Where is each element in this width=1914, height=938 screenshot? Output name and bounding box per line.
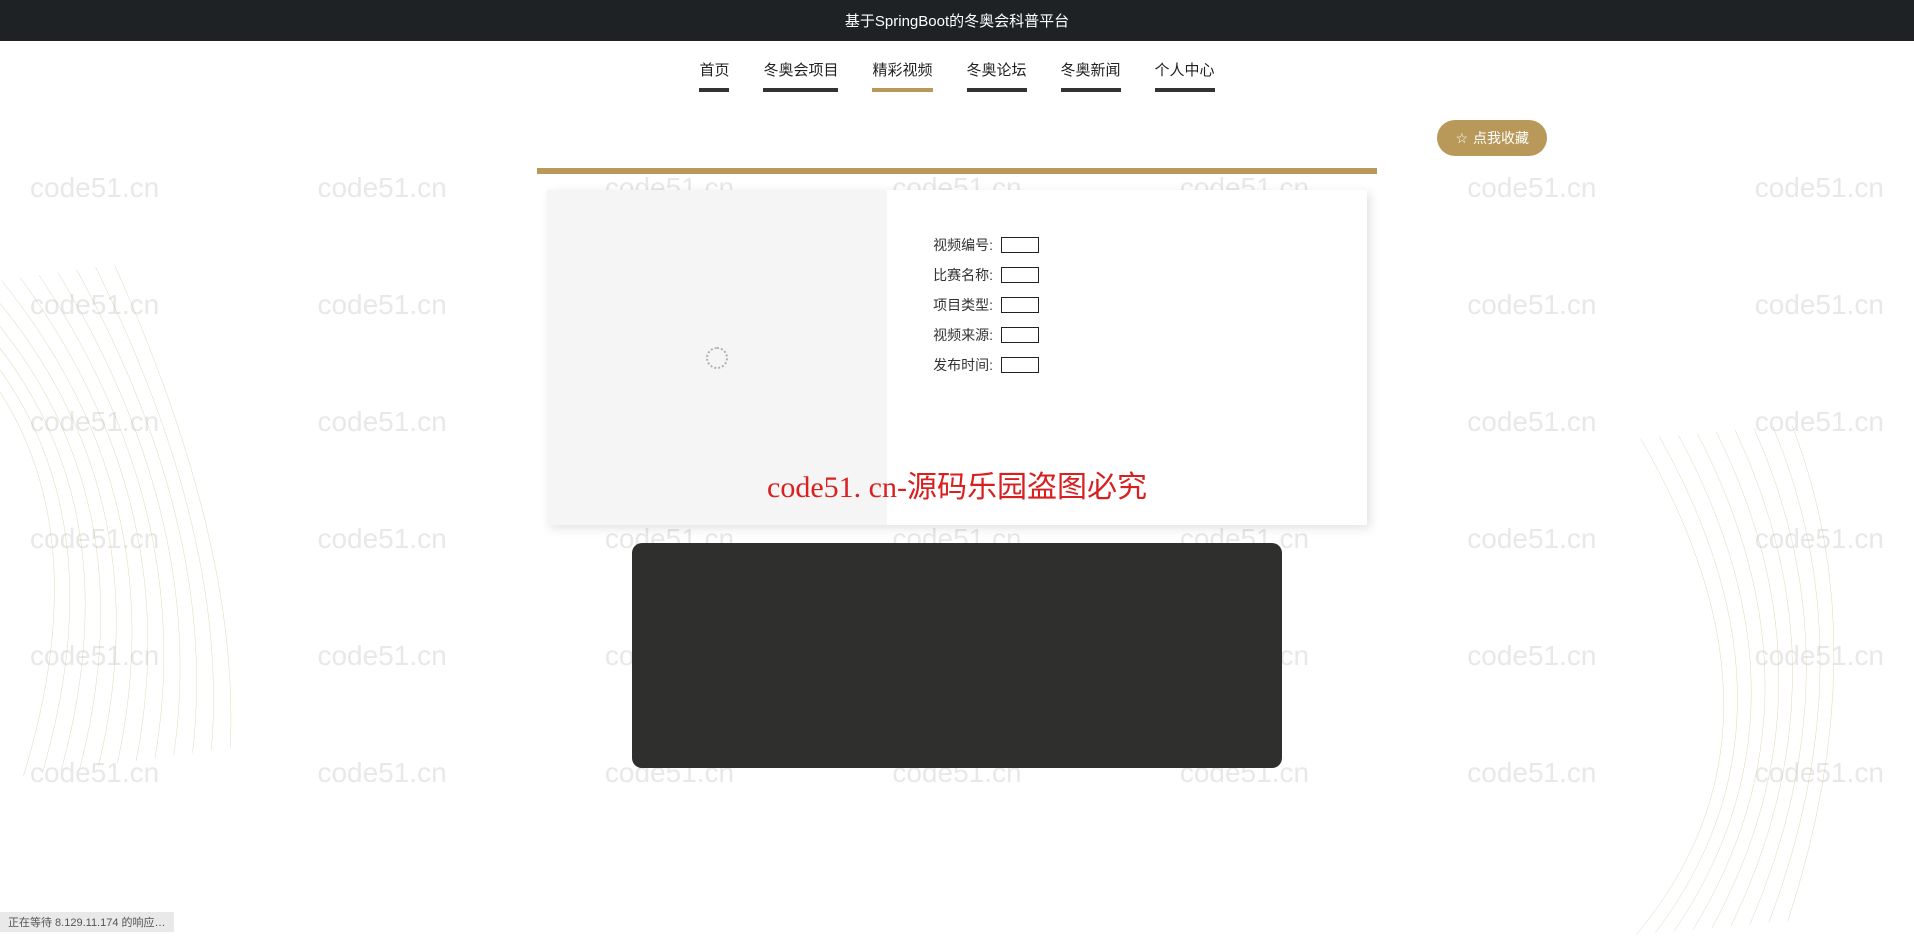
- watermark-text: code51.cn: [317, 523, 446, 555]
- detail-label: 发布时间:: [917, 355, 993, 375]
- watermark-text: code51.cn: [1755, 523, 1884, 555]
- watermark-text: code51.cn: [30, 289, 159, 321]
- watermark-text: code51.cn: [317, 757, 446, 789]
- favorite-button[interactable]: ☆ 点我收藏: [1437, 120, 1547, 156]
- watermark-text: code51.cn: [1755, 640, 1884, 672]
- video-player[interactable]: [632, 543, 1282, 768]
- detail-label: 比赛名称:: [917, 265, 993, 285]
- nav-item-2[interactable]: 精彩视频: [872, 59, 932, 90]
- nav-item-4[interactable]: 冬奥新闻: [1061, 59, 1121, 90]
- detail-row-4: 发布时间:: [917, 355, 1337, 375]
- nav-item-1[interactable]: 冬奥会项目: [763, 59, 838, 90]
- copyright-banner: code51. cn-源码乐园盗图必究: [767, 462, 1147, 506]
- watermark-text: code51.cn: [30, 523, 159, 555]
- watermark-text: code51.cn: [30, 757, 159, 789]
- detail-row-1: 比赛名称:: [917, 265, 1337, 285]
- watermark-text: code51.cn: [1467, 757, 1596, 789]
- watermark-text: code51.cn: [1467, 523, 1596, 555]
- detail-row-3: 视频来源:: [917, 325, 1337, 345]
- watermark-text: code51.cn: [1755, 406, 1884, 438]
- detail-value-box: [1001, 357, 1039, 373]
- main-nav: 首页 冬奥会项目 精彩视频 冬奥论坛 冬奥新闻 个人中心: [0, 41, 1914, 102]
- detail-row-2: 项目类型:: [917, 295, 1337, 315]
- nav-item-5[interactable]: 个人中心: [1155, 59, 1215, 90]
- nav-item-label: 个人中心: [1155, 62, 1215, 79]
- watermark-text: code51.cn: [317, 289, 446, 321]
- detail-value-box: [1001, 297, 1039, 313]
- watermark-text: code51.cn: [30, 640, 159, 672]
- detail-label: 视频编号:: [917, 235, 993, 255]
- loading-spinner-icon: [706, 347, 728, 369]
- app-title-bar: 基于SpringBoot的冬奥会科普平台: [0, 0, 1914, 41]
- nav-item-label: 首页: [699, 62, 729, 79]
- watermark-text: code51.cn: [317, 172, 446, 204]
- page-body: code51.cn code51.cn code51.cn code51.cn code…: [0, 102, 1914, 822]
- watermark-text: code51.cn: [30, 406, 159, 438]
- nav-underline: [699, 88, 729, 92]
- decorative-lines-right: [1593, 406, 1914, 937]
- nav-underline: [1061, 88, 1121, 92]
- gold-divider: [537, 168, 1377, 174]
- nav-item-label: 精彩视频: [872, 62, 932, 79]
- watermark-text: code51.cn: [1755, 757, 1884, 789]
- detail-label: 视频来源:: [917, 325, 993, 345]
- watermark-text: code51.cn: [1467, 172, 1596, 204]
- detail-value-box: [1001, 327, 1039, 343]
- nav-underline: [763, 88, 838, 92]
- nav-underline: [967, 88, 1027, 92]
- app-title: 基于SpringBoot的冬奥会科普平台: [845, 13, 1069, 30]
- nav-underline: [1155, 88, 1215, 92]
- watermark-text: code51.cn: [1755, 289, 1884, 321]
- watermark-text: code51.cn: [1467, 289, 1596, 321]
- decorative-lines-left: [0, 238, 353, 786]
- nav-item-label: 冬奥论坛: [967, 62, 1027, 79]
- detail-value-box: [1001, 237, 1039, 253]
- watermark-text: code51.cn: [1467, 406, 1596, 438]
- detail-label: 项目类型:: [917, 295, 993, 315]
- nav-item-label: 冬奥会项目: [763, 62, 838, 79]
- nav-item-label: 冬奥新闻: [1061, 62, 1121, 79]
- watermark-text: code51.cn: [1755, 172, 1884, 204]
- star-icon: ☆: [1455, 130, 1468, 147]
- status-text: 正在等待 8.129.11.174 的响应…: [8, 917, 166, 929]
- nav-underline: [872, 88, 932, 92]
- nav-item-0[interactable]: 首页: [699, 59, 729, 90]
- watermark-text: code51.cn: [30, 172, 159, 204]
- watermark-text: code51.cn: [1467, 640, 1596, 672]
- detail-value-box: [1001, 267, 1039, 283]
- favorite-row: ☆ 点我收藏: [367, 102, 1547, 156]
- watermark-text: code51.cn: [317, 406, 446, 438]
- browser-status-bar: 正在等待 8.129.11.174 的响应…: [0, 912, 174, 932]
- nav-item-3[interactable]: 冬奥论坛: [967, 59, 1027, 90]
- detail-row-0: 视频编号:: [917, 235, 1337, 255]
- favorite-button-label: 点我收藏: [1473, 128, 1529, 148]
- watermark-text: code51.cn: [317, 640, 446, 672]
